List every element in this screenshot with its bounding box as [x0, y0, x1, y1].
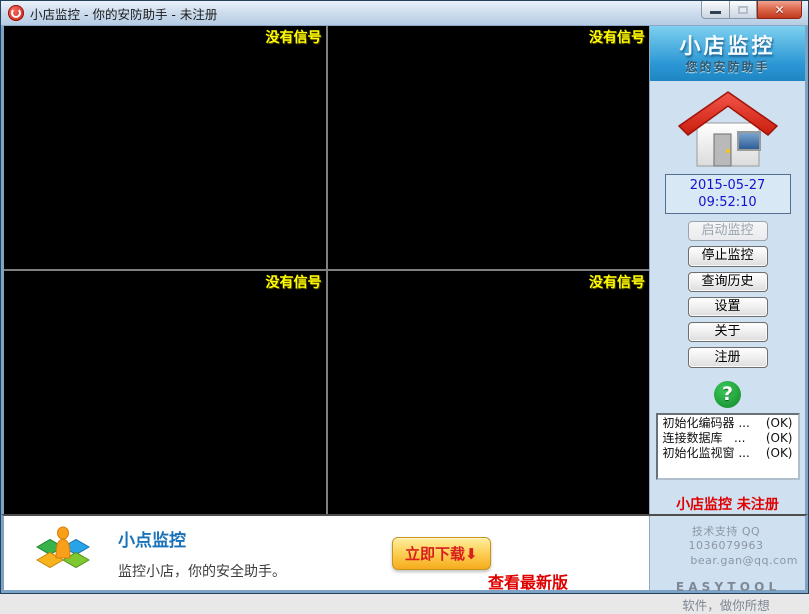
download-label: 立即下载 — [405, 545, 465, 563]
camera-grid: 没有信号 没有信号 没有信号 没有信号 — [4, 26, 649, 514]
brand-name: E A S Y T O O L — [654, 580, 798, 594]
about-button[interactable]: 关于 — [688, 322, 768, 342]
time-value: 09:52:10 — [666, 194, 790, 211]
no-signal-label: 没有信号 — [589, 27, 645, 47]
house-icon — [676, 89, 780, 169]
download-arrow-icon: ⬇ — [465, 545, 478, 563]
window-title: 小店监控 - 你的安防助手 - 未注册 — [30, 4, 217, 23]
main-content: 没有信号 没有信号 没有信号 没有信号 小店监控 您的安防助手 — [1, 26, 808, 514]
download-now-button[interactable]: 立即下载⬇ — [392, 537, 491, 570]
status-log-text: 连接数据库 ... — [663, 431, 746, 446]
close-button[interactable]: ✕ — [757, 1, 802, 19]
camera-panel-1[interactable]: 没有信号 — [4, 26, 326, 269]
view-latest-link[interactable]: 查看最新版 — [488, 569, 568, 593]
maximize-icon — [738, 6, 748, 14]
camera-panel-3[interactable]: 没有信号 — [4, 271, 326, 514]
status-log-row: 初始化监视窗 ... (OK) — [660, 446, 796, 461]
settings-button[interactable]: 设置 — [688, 297, 768, 317]
close-icon: ✕ — [774, 3, 784, 17]
help-question-icon[interactable]: ? — [714, 381, 741, 408]
status-log-row: 初始化编码器 ... (OK) — [660, 416, 796, 431]
datetime-display: 2015-05-27 09:52:10 — [665, 174, 791, 214]
status-log-row: 连接数据库 ... (OK) — [660, 431, 796, 446]
minimize-icon — [710, 11, 721, 14]
easytool-logo-icon — [34, 522, 92, 584]
footer-tagline: 监控小店，你的安全助手。 — [118, 561, 286, 581]
minimize-button[interactable] — [701, 1, 730, 19]
footer-promo: 小点监控 监控小店，你的安全助手。 立即下载⬇ 查看最新版 — [4, 516, 649, 590]
app-window: 小店监控 - 你的安防助手 - 未注册 ✕ 没有信号 没有信号 没有信号 — [0, 0, 809, 594]
brand-tagline: 软件，做你所想 — [654, 595, 798, 614]
footer-support: 技术支持 QQ 1036079963 bear.gan@qq.com E A S… — [649, 516, 805, 590]
no-signal-label: 没有信号 — [266, 272, 322, 292]
footer-text: 小点监控 监控小店，你的安全助手。 — [118, 526, 286, 581]
sidebar-subtitle: 您的安防助手 — [650, 58, 805, 75]
support-email: bear.gan@qq.com — [654, 554, 798, 567]
status-log-ok: (OK) — [766, 431, 793, 446]
status-log-ok: (OK) — [766, 446, 793, 461]
maximize-button — [730, 1, 757, 19]
sidebar-header: 小店监控 您的安防助手 — [650, 26, 805, 81]
sidebar-title: 小店监控 — [650, 30, 805, 60]
camera-panel-4[interactable]: 没有信号 — [328, 271, 650, 514]
no-signal-label: 没有信号 — [266, 27, 322, 47]
status-log-list[interactable]: 初始化编码器 ... (OK) 连接数据库 ... (OK) 初始化监视窗 ..… — [656, 413, 800, 480]
no-signal-label: 没有信号 — [589, 272, 645, 292]
query-history-button[interactable]: 查询历史 — [688, 272, 768, 292]
register-button[interactable]: 注册 — [688, 347, 768, 367]
status-log-ok: (OK) — [766, 416, 793, 431]
footer-app-name: 小点监控 — [118, 526, 286, 551]
start-monitor-button: 启动监控 — [688, 221, 768, 241]
camera-panel-2[interactable]: 没有信号 — [328, 26, 650, 269]
status-log-text: 初始化监视窗 ... — [663, 446, 750, 461]
support-qq: 技术支持 QQ 1036079963 — [654, 523, 798, 552]
status-log-text: 初始化编码器 ... — [663, 416, 750, 431]
sidebar: 小店监控 您的安防助手 — [649, 26, 805, 514]
footer: 小点监控 监控小店，你的安全助手。 立即下载⬇ 查看最新版 技术支持 QQ 10… — [1, 514, 808, 593]
window-controls: ✕ — [701, 1, 802, 19]
app-logo-icon — [8, 5, 24, 21]
unregistered-notice: 小店监控 未注册 — [676, 494, 779, 514]
titlebar: 小店监控 - 你的安防助手 - 未注册 ✕ — [1, 1, 808, 26]
date-value: 2015-05-27 — [666, 177, 790, 194]
stop-monitor-button[interactable]: 停止监控 — [688, 246, 768, 266]
